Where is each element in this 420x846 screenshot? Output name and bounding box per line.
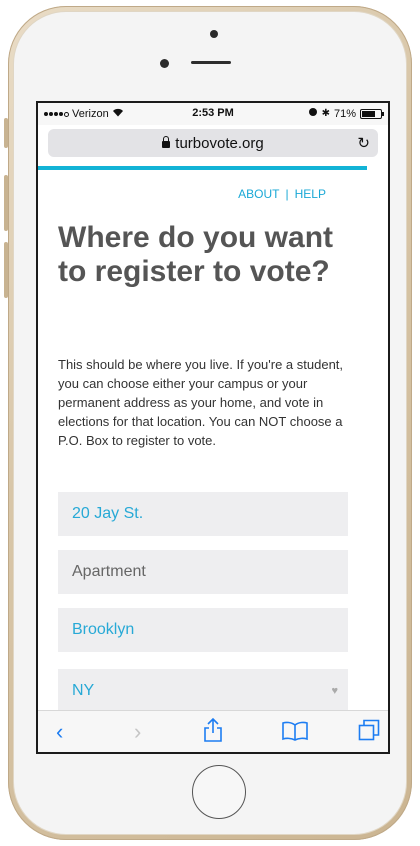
state-value: NY — [72, 682, 95, 699]
safari-toolbar: ‹ › — [38, 710, 388, 752]
status-bar: Verizon 2:53 PM ✱ 71% — [38, 103, 388, 125]
volume-up-button — [4, 175, 8, 231]
about-link[interactable]: ABOUT — [238, 187, 279, 201]
url-display: turbovote.org — [48, 135, 378, 152]
phone-screen: Verizon 2:53 PM ✱ 71% turbovote.org ↻ AB… — [36, 101, 390, 754]
bookmarks-icon[interactable] — [282, 721, 308, 747]
home-button[interactable] — [192, 765, 246, 819]
page-heading: Where do you want to register to vote? — [58, 221, 334, 288]
top-nav: ABOUT | HELP — [238, 187, 326, 201]
back-icon[interactable]: ‹ — [56, 719, 63, 745]
volume-down-button — [4, 242, 8, 298]
city-field[interactable]: Brooklyn — [58, 608, 348, 652]
battery-icon — [360, 108, 384, 119]
status-right: ✱ 71% — [308, 107, 384, 120]
alarm-icon — [308, 107, 318, 120]
chevron-down-icon: ♥ — [331, 685, 338, 697]
url-text: turbovote.org — [175, 135, 264, 152]
city-value: Brooklyn — [72, 621, 135, 638]
street-address-field[interactable]: 20 Jay St. — [58, 492, 348, 536]
lock-icon — [162, 136, 171, 148]
earpiece-speaker — [191, 61, 231, 64]
nav-separator: | — [285, 187, 289, 201]
apartment-field[interactable]: Apartment — [58, 550, 348, 594]
mute-switch — [4, 118, 8, 148]
share-icon[interactable] — [203, 717, 223, 749]
forward-icon[interactable]: › — [134, 719, 141, 745]
tabs-icon[interactable] — [358, 719, 380, 747]
battery-percent: 71% — [333, 107, 356, 120]
top-camera-dot — [210, 30, 218, 38]
address-bar[interactable]: turbovote.org ↻ — [48, 129, 378, 157]
help-link[interactable]: HELP — [295, 187, 326, 201]
state-select[interactable]: NY ♥ — [58, 669, 348, 713]
page-load-progress — [38, 166, 367, 170]
intro-text: This should be where you live. If you're… — [58, 357, 344, 448]
apartment-placeholder: Apartment — [72, 563, 146, 580]
reload-icon[interactable]: ↻ — [357, 134, 370, 152]
front-camera — [160, 59, 169, 68]
bluetooth-icon: ✱ — [321, 108, 330, 119]
street-value: 20 Jay St. — [72, 505, 144, 522]
